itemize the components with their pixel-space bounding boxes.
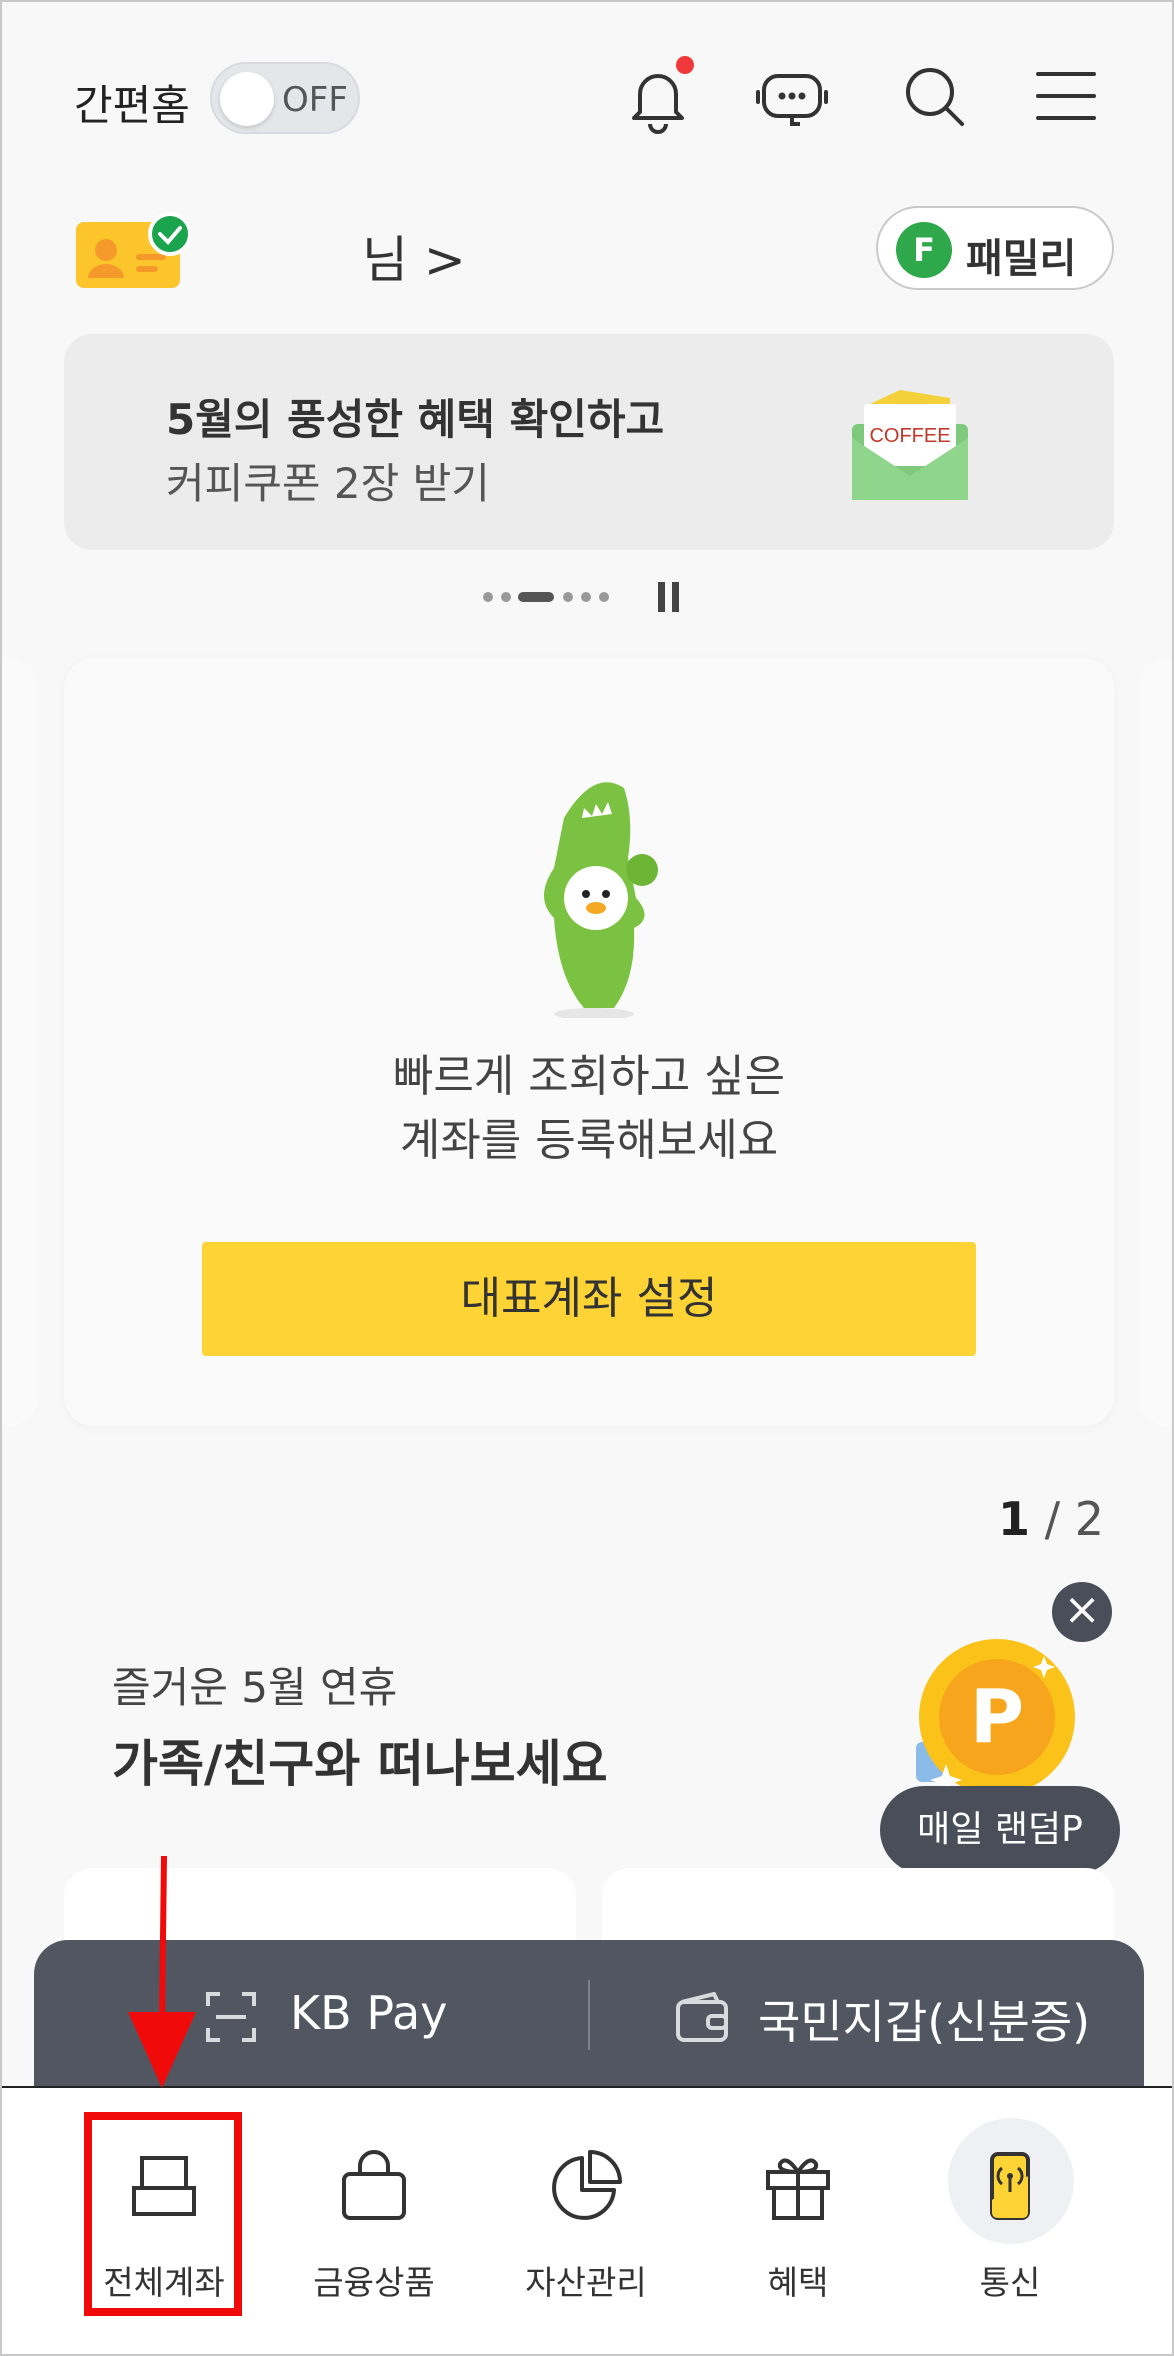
shopping-bag-icon	[342, 2150, 406, 2220]
app-screen: 간편홈 OFF 님 > F 패밀리 5월의 풍성한 혜택 확인하고 커피쿠폰 2…	[0, 0, 1174, 2356]
prev-card-peek[interactable]	[2, 658, 38, 1426]
daily-random-point-button[interactable]: 매일 랜덤P	[880, 1786, 1120, 1874]
user-name-link[interactable]: 님 >	[362, 220, 466, 292]
card-message-line1: 빠르게 조회하고 싶은	[392, 1051, 786, 1102]
id-card-icon[interactable]	[74, 212, 190, 292]
paybar-divider	[588, 1980, 590, 2050]
kb-pay-label: KB Pay	[290, 1986, 448, 2040]
search-icon[interactable]	[896, 58, 972, 134]
close-promo-icon[interactable]: ×	[1052, 1582, 1112, 1642]
chatbot-icon[interactable]	[754, 58, 830, 134]
nav-label: 금융상품	[313, 2263, 435, 2302]
family-badge-icon: F	[896, 222, 952, 278]
toggle-state-label: OFF	[282, 80, 348, 120]
coffee-envelope-icon: COFFEE	[852, 390, 968, 500]
nav-label: 자산관리	[525, 2263, 647, 2302]
promo-subtitle: 즐거운 5월 연휴	[112, 1663, 398, 1712]
national-wallet-label: 국민지갑(신분증)	[758, 1995, 1091, 2049]
nav-label: 통신	[979, 2263, 1041, 2302]
nav-item-benefits[interactable]: 혜택	[698, 2088, 898, 2338]
family-label: 패밀리	[966, 236, 1077, 282]
crocodile-mascot-icon	[544, 782, 658, 1018]
notification-dot	[676, 56, 694, 74]
next-card-peek[interactable]	[1138, 658, 1172, 1426]
nav-label: 혜택	[767, 2263, 829, 2302]
toggle-knob	[220, 72, 274, 126]
content-card-peek[interactable]	[602, 1868, 1114, 1948]
nav-item-asset-management[interactable]: 자산관리	[486, 2088, 686, 2338]
nav-item-telecom[interactable]: 통신	[910, 2088, 1110, 2338]
set-main-account-button[interactable]: 대표계좌 설정	[202, 1242, 976, 1356]
total-pages: 2	[1074, 1492, 1105, 1546]
current-page: 1	[998, 1492, 1031, 1546]
banner-subtitle: 커피쿠폰 2장 받기	[166, 459, 490, 508]
coin-letter: P	[970, 1674, 1024, 1760]
scan-icon	[206, 1992, 256, 2042]
menu-icon[interactable]	[1028, 58, 1104, 134]
promo-title: 가족/친구와 떠나보세요	[112, 1735, 608, 1793]
wallet-icon	[676, 1992, 728, 2042]
family-button[interactable]: F 패밀리	[876, 206, 1114, 290]
gift-icon	[766, 2158, 830, 2220]
annotation-arrow	[128, 1855, 196, 2088]
annotation-highlight-box	[84, 2112, 242, 2316]
nav-item-financial-products[interactable]: 금융상품	[274, 2088, 474, 2338]
pie-chart-icon	[552, 2150, 622, 2220]
banner-title: 5월의 풍성한 혜택 확인하고	[166, 395, 665, 444]
card-message-line2: 계좌를 등록해보세요	[399, 1115, 779, 1166]
promo-banner[interactable]: 5월의 풍성한 혜택 확인하고 커피쿠폰 2장 받기 COFFEE	[64, 334, 1114, 550]
envelope-text: COFFEE	[869, 425, 950, 447]
card-page-indicator: 1 / 2	[998, 1492, 1104, 1546]
account-register-card: 빠르게 조회하고 싶은 계좌를 등록해보세요 대표계좌 설정	[64, 658, 1114, 1426]
banner-pager[interactable]	[482, 582, 692, 612]
easy-home-toggle[interactable]: OFF	[210, 62, 360, 134]
page-separator: /	[1030, 1492, 1075, 1546]
pause-icon	[658, 582, 665, 612]
easy-home-label: 간편홈	[74, 81, 190, 130]
point-coin-icon[interactable]: P	[912, 1632, 1082, 1802]
phone-signal-icon	[990, 2152, 1030, 2220]
top-header: 간편홈 OFF	[2, 2, 1172, 192]
